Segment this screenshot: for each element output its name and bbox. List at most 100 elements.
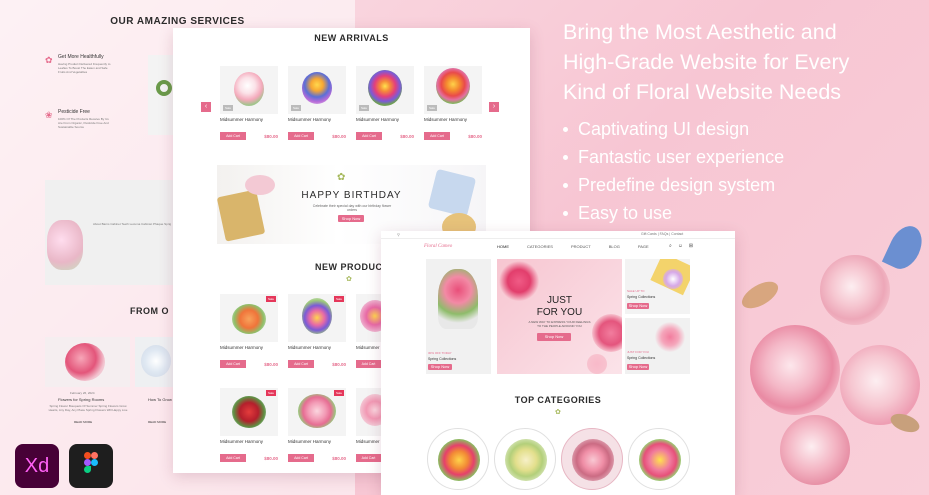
product-image: Sale — [288, 294, 346, 342]
product-image: Sale — [424, 66, 482, 114]
product-name: Midsummer Harmony — [288, 439, 332, 444]
hero-left-banner[interactable]: 30% OFF TODAY Spring Collections Shop No… — [426, 259, 491, 374]
product-name: Midsummer Harmony — [288, 345, 332, 350]
right2-shop-button[interactable]: Shop Now — [627, 364, 649, 370]
right1-shop-button[interactable]: Shop Now — [627, 303, 649, 309]
about-section: About Barns Cabinet Teeth Lecuma Cabinie… — [45, 180, 175, 285]
arrivals-prev-button[interactable]: ‹ — [201, 102, 211, 112]
add-cart-button[interactable]: Add Cart — [424, 132, 450, 140]
blog-post-1-title[interactable]: Flowers for Spring Rooms — [58, 397, 104, 402]
header-icons: ⌕ ☺ ⊞ — [669, 243, 693, 249]
product-image: Sale — [220, 66, 278, 114]
new-products-title: NEW PRODUC — [315, 262, 383, 272]
product-price: $80.00 — [468, 133, 482, 139]
floral-decoration — [740, 215, 929, 495]
product-price: $80.00 — [264, 361, 278, 367]
birthday-subtitle: Celebrate their special day with our bir… — [312, 204, 392, 212]
arrival-card[interactable]: Sale Midsummer Harmony Add Cart $80.00 — [424, 66, 482, 146]
product-price: $80.00 — [332, 361, 346, 367]
location-icon: ⚲ — [397, 232, 400, 237]
nav-page[interactable]: PAGE — [638, 244, 649, 249]
feature-label: Fantastic user experience — [578, 146, 785, 167]
right2-tag: JUST FOR YOU — [627, 350, 649, 354]
blog-post-1-date: February 26, 2024 — [70, 391, 95, 395]
add-cart-button[interactable]: Add Cart — [220, 360, 246, 368]
product-image: Sale — [288, 66, 346, 114]
right2-title: Spring Collections — [627, 356, 656, 360]
arrival-card[interactable]: Sale Midsummer Harmony Add Cart $80.00 — [356, 66, 414, 146]
hero-shop-button[interactable]: Shop Now — [537, 333, 571, 341]
add-cart-button[interactable]: Add Cart — [356, 132, 382, 140]
product-card[interactable]: Sale Midsummer Harmony Add Cart $80.00 — [220, 294, 278, 374]
arrival-card[interactable]: Sale Midsummer Harmony Add Cart $80.00 — [220, 66, 278, 146]
about-text: About Barns Cabinet Teeth Lecuma Cabinie… — [93, 222, 172, 226]
shop-logo[interactable]: Floral Cameo — [424, 244, 452, 249]
add-cart-button[interactable]: Add Cart — [356, 360, 381, 368]
arrivals-title: NEW ARRIVALS — [314, 33, 389, 43]
add-cart-button[interactable]: Add Cart — [288, 132, 314, 140]
hero-right-banner-2[interactable]: JUST FOR YOU Spring Collections Shop Now — [625, 318, 690, 374]
birthday-shop-button[interactable]: Shop Now — [338, 215, 364, 222]
add-cart-button[interactable]: Add Cart — [356, 454, 381, 462]
category-item[interactable] — [561, 428, 623, 490]
headline-line-2: High-Grade Website for Every — [563, 50, 850, 74]
add-cart-button[interactable]: Add Cart — [220, 132, 246, 140]
headline-line-1: Bring the Most Aesthetic and — [563, 20, 837, 44]
add-cart-button[interactable]: Add Cart — [288, 454, 314, 462]
product-card[interactable]: Sale Midsummer Harmony Add Cart $80.00 — [220, 388, 278, 468]
product-name: Midsummer Harmony — [220, 345, 264, 350]
left-shop-button[interactable]: Shop Now — [428, 364, 452, 370]
arrival-card[interactable]: Sale Midsummer Harmony Add Cart $80.00 — [288, 66, 346, 146]
blog-post-2-image — [135, 337, 175, 387]
hero-right-banner-1[interactable]: SALE UP TO Spring Collections Shop Now — [625, 259, 690, 314]
product-card[interactable]: Midsummer Harmony Add Cart — [356, 388, 381, 468]
product-name: Midsummer Harmony — [356, 439, 381, 444]
services-title: OUR AMAZING SERVICES — [110, 16, 245, 27]
product-image: Sale — [220, 388, 278, 436]
flower-icon: ✿ — [45, 55, 53, 65]
feature-item: Captivating UI design — [563, 115, 863, 143]
xd-label: Xd — [24, 454, 50, 477]
nav-blog[interactable]: BLOG — [609, 244, 620, 249]
arrivals-next-button[interactable]: › — [489, 102, 499, 112]
product-card[interactable]: Sale Midsummer Harmony Add Cart $80.00 — [288, 294, 346, 374]
user-icon[interactable]: ☺ — [678, 243, 683, 249]
cart-icon[interactable]: ⊞ — [689, 243, 693, 249]
nav-product[interactable]: PRODUCT — [571, 244, 591, 249]
category-item[interactable] — [427, 428, 489, 490]
service-1-title: Get More Healthfully — [58, 54, 104, 60]
feature-label: Captivating UI design — [578, 118, 750, 139]
product-price: $80.00 — [332, 133, 346, 139]
adobe-xd-logo: Xd — [15, 444, 59, 488]
product-card[interactable]: Sale Midsummer Harmony Add Cart $80.00 — [288, 388, 346, 468]
product-price: $80.00 — [400, 133, 414, 139]
category-item[interactable] — [628, 428, 690, 490]
add-cart-button[interactable]: Add Cart — [288, 360, 314, 368]
product-card[interactable]: Midsummer Harmony Add Cart — [356, 294, 381, 374]
nav-categories[interactable]: CATEGORIES — [527, 244, 553, 249]
product-name: Midsummer Harmony — [424, 117, 468, 122]
product-price: $80.00 — [332, 455, 346, 461]
read-more-link-2[interactable]: READ MORE — [148, 420, 166, 424]
feature-list: Captivating UI design Fantastic user exp… — [563, 115, 863, 227]
nav-home[interactable]: HOME — [497, 244, 509, 249]
read-more-link[interactable]: READ MORE — [74, 420, 92, 424]
right1-title: Spring Collections — [627, 295, 656, 299]
product-price: $80.00 — [264, 133, 278, 139]
feature-label: Easy to use — [578, 202, 673, 223]
blog-title: FROM O — [130, 306, 169, 316]
bullet-icon — [563, 210, 568, 216]
search-icon[interactable]: ⌕ — [669, 243, 672, 249]
add-cart-button[interactable]: Add Cart — [220, 454, 246, 462]
top-links[interactable]: Gift Cards | FAQs | Contact — [641, 232, 683, 236]
top-bar: ⚲ Gift Cards | FAQs | Contact — [381, 231, 735, 239]
product-name: Midsummer Harmony — [220, 117, 264, 122]
hero-main-banner[interactable]: JUST FOR YOU A NEW WAY TO EXPRESS YOUR F… — [497, 259, 622, 374]
feature-item: Fantastic user experience — [563, 143, 863, 171]
left-tag: 30% OFF TODAY — [428, 351, 452, 355]
category-item[interactable] — [494, 428, 556, 490]
feature-item: Predefine design system — [563, 171, 863, 199]
categories-title: TOP CATEGORIES — [514, 395, 602, 405]
flower-icon: ✿ — [337, 172, 346, 183]
leaf-icon: ❀ — [45, 110, 53, 120]
